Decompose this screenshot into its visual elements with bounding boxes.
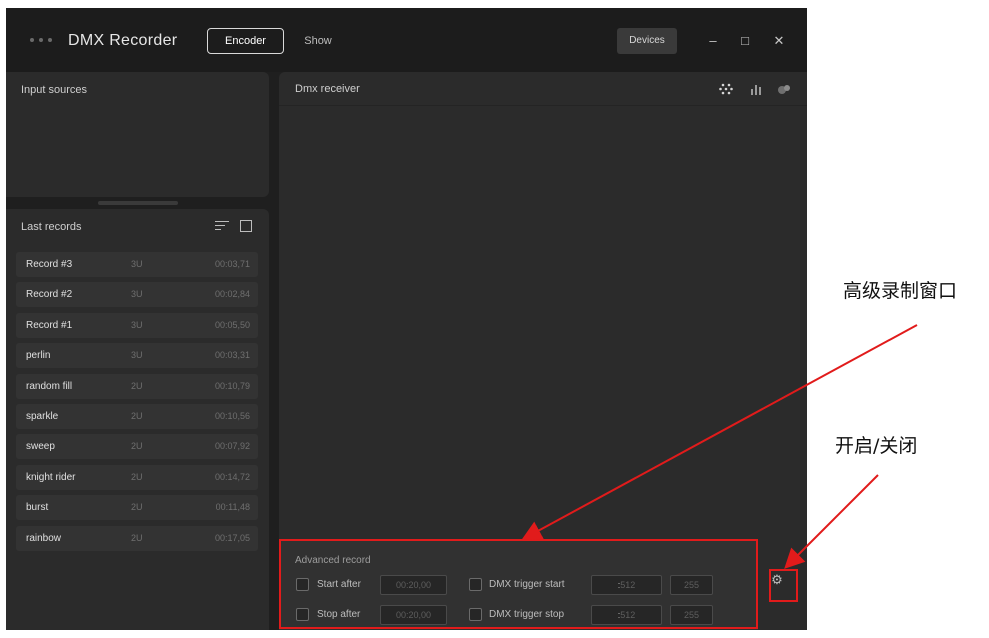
arrow-to-gear [784,474,879,569]
arrow-to-advanced [521,324,918,540]
annotation-arrows [521,324,918,569]
